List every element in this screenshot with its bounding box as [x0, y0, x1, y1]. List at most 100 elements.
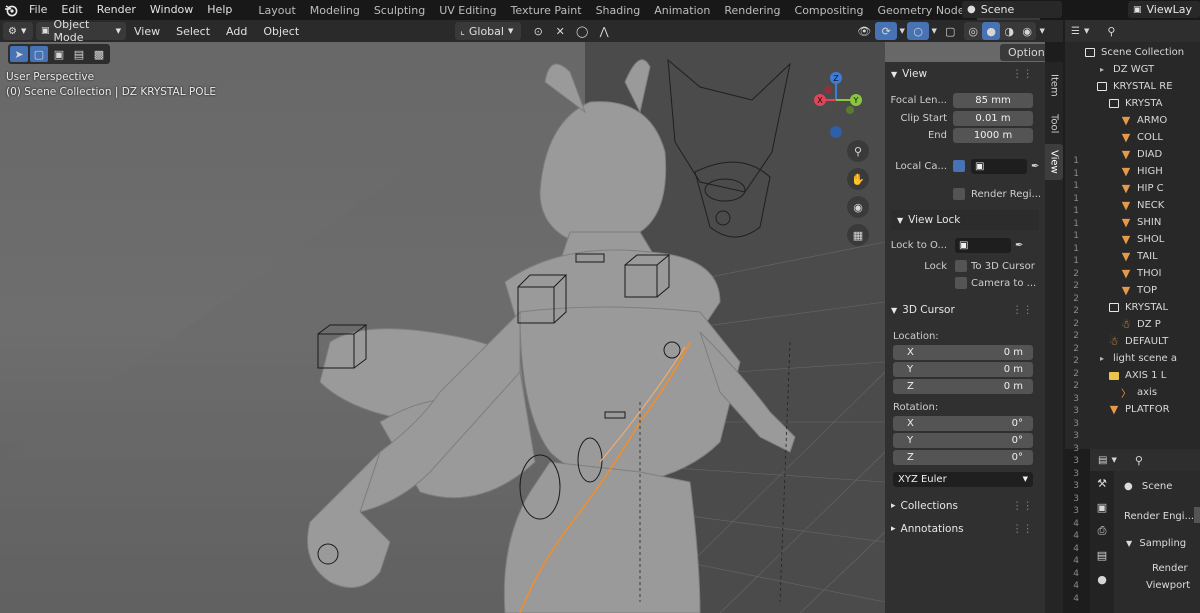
drag-handle-icon[interactable]: ⋮⋮ — [1012, 500, 1033, 512]
outliner-item[interactable]: KRYSTAL — [1107, 299, 1168, 316]
render-tab-icon[interactable]: ▣ — [1090, 495, 1114, 519]
outliner-item[interactable]: ▼ THOI — [1119, 265, 1162, 282]
outliner-item[interactable]: ▼ HIGH — [1119, 163, 1163, 180]
pivot-point-icon[interactable]: ⊙ — [527, 22, 549, 40]
outliner-item[interactable]: ▼ HIP C — [1119, 180, 1164, 197]
render-engine-dropdown[interactable] — [1194, 507, 1200, 523]
loc-z-field[interactable]: Z 0 m — [893, 379, 1033, 394]
view-panel-header[interactable]: ▼ View ⋮⋮ — [885, 64, 1039, 84]
camera-to-view-checkbox[interactable] — [955, 277, 967, 289]
outliner-item[interactable]: 〉 axis — [1119, 384, 1157, 401]
rendered-shading-icon[interactable]: ◉ — [1018, 22, 1036, 40]
gizmo-dropdown-icon[interactable]: ▼ — [897, 22, 907, 40]
loc-y-field[interactable]: Y 0 m — [893, 362, 1033, 377]
overlays-toggle-icon[interactable]: ○ — [907, 22, 930, 40]
tab-item[interactable]: Item — [1045, 66, 1063, 104]
blender-logo-icon[interactable] — [0, 0, 22, 20]
outliner-item[interactable]: ▸ DZ WGT — [1095, 61, 1154, 78]
outliner-item[interactable]: ▼ DIAD — [1119, 146, 1162, 163]
view-layer-selector[interactable]: ▣ ViewLay — [1128, 1, 1200, 18]
search-icon[interactable]: ⚲ — [1107, 25, 1115, 38]
local-camera-field[interactable]: ▣ — [971, 158, 1027, 174]
falloff-icon[interactable]: ⋀ — [593, 22, 615, 40]
extend-select-icon[interactable]: ▣ — [50, 46, 68, 62]
drag-handle-icon[interactable]: ⋮⋮ — [1012, 68, 1033, 80]
outliner-item[interactable]: ▼ TAIL — [1119, 248, 1158, 265]
editor-type-icon[interactable]: ☰ — [1071, 26, 1080, 37]
rotation-mode-dropdown[interactable]: XYZ Euler ▼ — [893, 471, 1033, 487]
eyedropper-icon[interactable]: ✒ — [1031, 161, 1039, 172]
focal-length-field[interactable]: 85 mm — [953, 92, 1033, 108]
proportional-edit-icon[interactable]: ◯ — [571, 22, 593, 40]
select-tool-icon[interactable]: ➤ — [10, 46, 28, 62]
outliner-item[interactable]: KRYSTAL RE — [1095, 78, 1173, 95]
material-shading-icon[interactable]: ◑ — [1000, 22, 1018, 40]
outliner-item[interactable]: ▼ SHIN — [1119, 214, 1162, 231]
menu-view[interactable]: View — [126, 25, 168, 38]
rot-z-field[interactable]: Z 0° — [893, 450, 1033, 465]
menu-add[interactable]: Add — [218, 25, 255, 38]
eyedropper-icon[interactable]: ✒ — [1015, 240, 1023, 251]
lock-cursor-checkbox[interactable] — [955, 260, 967, 272]
tool-tab-icon[interactable]: ⚒ — [1090, 471, 1114, 495]
overlays-dropdown-icon[interactable]: ▼ — [929, 22, 939, 40]
menu-object[interactable]: Object — [255, 25, 307, 38]
drag-handle-icon[interactable]: ⋮⋮ — [1012, 523, 1033, 535]
zoom-icon[interactable]: ⚲ — [847, 140, 869, 162]
cursor-panel-header[interactable]: ▼ 3D Cursor ⋮⋮ — [885, 300, 1039, 320]
outliner-item[interactable]: ▼ PLATFOR — [1107, 401, 1170, 418]
loc-x-field[interactable]: X 0 m — [893, 345, 1033, 360]
outliner-item[interactable]: Scene Collection — [1083, 44, 1184, 61]
wireframe-shading-icon[interactable]: ◎ — [964, 22, 982, 40]
tab-workspace-compositing[interactable]: Compositing — [788, 2, 871, 20]
menu-render[interactable]: Render — [90, 0, 143, 20]
view-layer-tab-icon[interactable]: ▤ — [1090, 543, 1114, 567]
tab-workspace-rendering[interactable]: Rendering — [717, 2, 787, 20]
outliner-item[interactable]: ▼ NECK — [1119, 197, 1165, 214]
scene-selector[interactable]: ● Scene — [962, 1, 1062, 18]
clip-end-field[interactable]: 1000 m — [953, 127, 1033, 143]
menu-file[interactable]: File — [22, 0, 54, 20]
editor-type-icon[interactable]: ▤ — [1098, 455, 1107, 466]
outliner-item[interactable]: KRYSTA — [1107, 95, 1163, 112]
tab-view[interactable]: View — [1045, 144, 1063, 180]
tab-workspace-sculpting[interactable]: Sculpting — [367, 2, 432, 20]
orthographic-grid-icon[interactable]: ▦ — [847, 224, 869, 246]
render-region-checkbox[interactable] — [953, 188, 965, 200]
view-lock-header[interactable]: ▼ View Lock — [891, 210, 1039, 230]
lock-object-field[interactable]: ▣ — [955, 237, 1011, 253]
tab-workspace-shading[interactable]: Shading — [589, 2, 648, 20]
outliner-item[interactable]: ▼ TOP — [1119, 282, 1157, 299]
tab-workspace-animation[interactable]: Animation — [647, 2, 717, 20]
outliner-item[interactable]: ▼ COLL — [1119, 129, 1163, 146]
box-select-icon[interactable]: ▢ — [30, 46, 48, 62]
mode-dropdown[interactable]: ▣ Object Mode ▼ — [36, 18, 126, 44]
outliner-item[interactable]: ☃ DZ P — [1119, 316, 1161, 333]
menu-help[interactable]: Help — [200, 0, 239, 20]
drag-handle-icon[interactable]: ⋮⋮ — [1012, 304, 1033, 316]
subtract-select-icon[interactable]: ▤ — [70, 46, 88, 62]
xray-toggle-icon[interactable]: ▢ — [939, 22, 961, 40]
search-icon[interactable]: ⚲ — [1135, 454, 1143, 467]
options-button[interactable]: Options ▼ — [1000, 44, 1045, 61]
orientation-dropdown[interactable]: ⌞ Global ▼ — [455, 22, 522, 40]
annotations-panel-header[interactable]: ▸ Annotations ⋮⋮ — [885, 519, 1039, 539]
outliner-item[interactable]: ▼ SHOL — [1119, 231, 1165, 248]
menu-select[interactable]: Select — [168, 25, 218, 38]
tab-tool[interactable]: Tool — [1045, 106, 1063, 142]
collections-panel-header[interactable]: ▸ Collections ⋮⋮ — [885, 496, 1039, 516]
outliner-item[interactable]: ▸ light scene a — [1095, 350, 1177, 367]
3d-viewport[interactable]: Z Y X ⚲ ✋ ◉ ▦ ➤ ▢ ▣ ▤ ▩ User Perspective… — [0, 42, 1045, 613]
pan-hand-icon[interactable]: ✋ — [847, 168, 869, 190]
snap-icon[interactable]: ✕ — [549, 22, 571, 40]
output-tab-icon[interactable]: ⎙ — [1090, 519, 1114, 543]
outliner-item[interactable]: ☃ DEFAULT — [1107, 333, 1168, 350]
navigation-gizmo[interactable]: Z Y X — [806, 70, 866, 150]
editor-type-button[interactable]: ⚙ ▼ — [3, 22, 33, 40]
visibility-eye-icon[interactable]: 👁 — [853, 22, 875, 40]
rot-y-field[interactable]: Y 0° — [893, 433, 1033, 448]
clip-start-field[interactable]: 0.01 m — [953, 110, 1033, 126]
tab-workspace-texture-paint[interactable]: Texture Paint — [504, 2, 589, 20]
outliner-item[interactable]: ▼ ARMO — [1119, 112, 1168, 129]
camera-view-icon[interactable]: ◉ — [847, 196, 869, 218]
